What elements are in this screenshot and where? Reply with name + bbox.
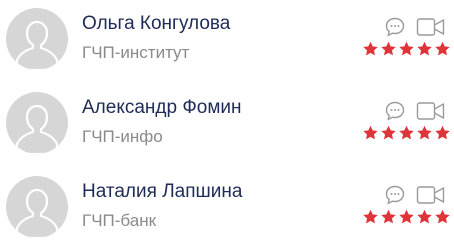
contact-organization: ГЧП-институт (82, 43, 190, 62)
contact-row[interactable]: Александр Фомин ГЧП-инфо (0, 88, 454, 158)
chat-bubble-icon[interactable] (384, 100, 406, 122)
contact-name: Александр Фомин (82, 97, 242, 118)
contact-organization: ГЧП-инфо (82, 127, 163, 146)
star-rating (362, 41, 452, 57)
star-icon (363, 125, 378, 140)
avatar (6, 176, 68, 238)
contact-row[interactable]: Ольга Конгулова ГЧП-институт (0, 4, 454, 74)
star-icon (399, 41, 414, 56)
star-icon (417, 209, 432, 224)
video-camera-icon[interactable] (416, 17, 446, 37)
avatar (6, 92, 68, 154)
avatar (6, 8, 68, 70)
star-icon (417, 41, 432, 56)
star-icon (399, 125, 414, 140)
star-icon (381, 41, 396, 56)
star-icon (381, 125, 396, 140)
star-icon (435, 125, 450, 140)
star-icon (399, 209, 414, 224)
star-icon (417, 125, 432, 140)
star-icon (381, 209, 396, 224)
star-rating (362, 209, 452, 225)
video-camera-icon[interactable] (416, 185, 446, 205)
star-icon (363, 209, 378, 224)
user-silhouette-icon (15, 104, 59, 154)
user-silhouette-icon (15, 188, 59, 238)
star-rating (362, 125, 452, 141)
user-silhouette-icon (15, 20, 59, 70)
contact-name: Наталия Лапшина (82, 181, 243, 202)
chat-bubble-icon[interactable] (384, 16, 406, 38)
star-icon (435, 209, 450, 224)
star-icon (435, 41, 450, 56)
contact-organization: ГЧП-банк (82, 211, 157, 230)
star-icon (363, 41, 378, 56)
video-camera-icon[interactable] (416, 101, 446, 121)
chat-bubble-icon[interactable] (384, 184, 406, 206)
contact-row[interactable]: Наталия Лапшина ГЧП-банк (0, 172, 454, 242)
contact-name: Ольга Конгулова (82, 13, 231, 34)
contact-list: Ольга Конгулова ГЧП-институт Александр Ф… (0, 0, 454, 248)
